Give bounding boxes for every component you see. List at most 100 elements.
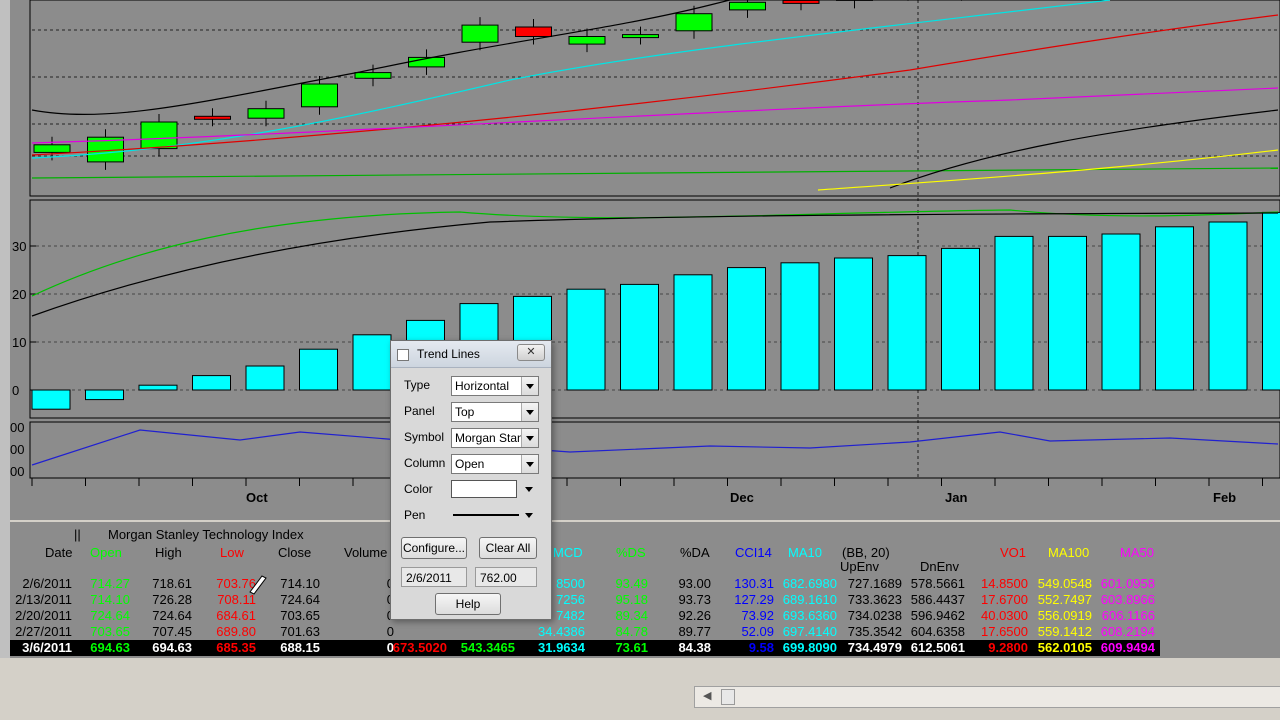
table-cell-ma10: 682.6980: [782, 576, 837, 591]
candle-body: [247, 108, 285, 119]
chevron-down-icon[interactable]: [521, 455, 538, 473]
table-cell-ma100: 556.0919: [1037, 608, 1092, 623]
chevron-down-icon[interactable]: [521, 429, 538, 447]
table-cell-da: 84.38: [678, 640, 711, 655]
table-cell-date: 2/27/2011: [15, 624, 72, 639]
table-cell-bb: 734.4979: [847, 640, 902, 655]
column-value: Open: [455, 457, 485, 471]
table-cell-ds: 84.78: [615, 624, 648, 639]
osc-tick-label: 00: [10, 420, 24, 435]
table-row[interactable]: 2/6/2011714.27718.61703.76714.100850093.…: [10, 576, 1160, 592]
chart-area[interactable]: 30 20 10 0 00 00 00 Oct Dec Jan Feb: [10, 0, 1280, 520]
table-header-row: Date Open High Low Close Volume MCD %DS %DA CCI14…: [10, 543, 1280, 561]
column-header: (BB, 20): [842, 545, 890, 560]
color-swatch[interactable]: [451, 480, 517, 498]
table-row[interactable]: 2/20/2011724.64724.64684.61703.650748289…: [10, 608, 1160, 624]
dnenv-header: DnEnv: [920, 559, 959, 574]
column-header: %DS: [616, 545, 646, 560]
chevron-down-icon[interactable]: [521, 506, 537, 524]
table-cell-dnenv: 612.5061: [910, 640, 965, 655]
table-cell-da: 93.73: [678, 592, 711, 607]
symbol-select[interactable]: Morgan Stanley: [451, 428, 539, 448]
symbol-label: Symbol: [404, 430, 445, 444]
table-row[interactable]: 3/6/2011 694.63 694.63 685.35 688.15 0 31.9634…: [10, 640, 1160, 656]
table-cell-high: 718.61: [152, 576, 192, 591]
table-cell-ds: 93.49: [615, 576, 648, 591]
table-cell-mcd3: 543.3465: [460, 640, 515, 655]
histogram-bar: [834, 257, 873, 391]
table-cell-bb: 735.3542: [847, 624, 902, 639]
table-row[interactable]: 2/13/2011714.10726.28708.11724.640725695…: [10, 592, 1160, 608]
table-cell-close: 688.15: [280, 640, 320, 655]
table-cell-open: 694.63: [90, 640, 130, 655]
chevron-down-icon[interactable]: [521, 403, 538, 421]
histogram-bar: [941, 247, 980, 391]
table-cell-high: 724.64: [152, 608, 192, 623]
column-header: %DA: [680, 545, 710, 560]
histogram-bar: [673, 274, 713, 391]
table-cell-open: 714.27: [90, 576, 130, 591]
dialog-titlebar[interactable]: Trend Lines ✕: [391, 341, 551, 368]
histogram-bar: [31, 389, 71, 410]
column-header: MA10: [788, 545, 822, 560]
panel-select[interactable]: Top: [451, 402, 539, 422]
table-cell-open: 724.64: [90, 608, 130, 623]
histogram-bar: [245, 365, 285, 391]
x-month-label: Oct: [246, 490, 268, 505]
y-tick-label: 30: [12, 239, 26, 254]
chart-svg[interactable]: 3020100000000Oct Dec Jan Feb: [10, 0, 1280, 520]
histogram-bar: [620, 283, 659, 391]
table-cell-dnenv: 578.5661: [910, 576, 965, 591]
table-cell-date: 2/20/2011: [15, 608, 72, 623]
histogram-bar: [1208, 221, 1248, 391]
trend-lines-dialog[interactable]: Trend Lines ✕ Type Horizontal Panel Top …: [390, 340, 552, 620]
table-cell-ds: 73.61: [615, 640, 648, 655]
configure-button[interactable]: Configure...: [401, 537, 467, 559]
table-title-marker: ||: [74, 527, 81, 542]
color-picker[interactable]: [451, 480, 537, 498]
dialog-title: Trend Lines: [417, 347, 480, 361]
table-cell-high: 694.63: [152, 640, 192, 655]
app-window: 30 20 10 0 00 00 00 Oct Dec Jan Feb || Morgan Stan…: [0, 0, 1280, 720]
top-panel-frame: [29, 0, 1280, 197]
column-header: Open: [90, 545, 122, 560]
table-cell-low: 689.80: [216, 624, 256, 639]
table-cell-da: 89.77: [678, 624, 711, 639]
osc-tick-label: 00: [10, 464, 24, 479]
chevron-down-icon[interactable]: [521, 377, 538, 395]
close-icon[interactable]: ✕: [517, 344, 545, 361]
chevron-down-icon[interactable]: [521, 480, 537, 498]
column-header: Close: [278, 545, 312, 560]
table-cell-ma50: 606.1166: [1101, 608, 1155, 623]
table-cell-cci: 130.31: [734, 576, 774, 591]
histogram-bar: [1048, 235, 1087, 391]
column-header: Volume: [344, 545, 388, 560]
x-month-label: Dec: [730, 490, 754, 505]
pen-select[interactable]: [451, 506, 537, 524]
type-select[interactable]: Horizontal: [451, 376, 539, 396]
table-cell-bb: 733.3623: [847, 592, 902, 607]
dnenv-label: DnEnv: [920, 559, 960, 574]
table-cell-vo1: 9.2800: [988, 640, 1028, 655]
table-cell-bb: 727.1689: [847, 576, 902, 591]
table-cell-close: 724.64: [280, 592, 320, 607]
table-cell-date: 2/13/2011: [15, 592, 72, 607]
table-cell-vo1: 17.6500: [981, 624, 1028, 639]
date-field[interactable]: 2/6/2011: [401, 567, 467, 587]
help-button[interactable]: Help: [435, 593, 501, 615]
horizontal-scrollbar[interactable]: ◀: [694, 686, 1280, 708]
histogram-bar: [352, 334, 392, 391]
price-field[interactable]: 762.00: [475, 567, 537, 587]
column-header: MCD: [553, 545, 583, 560]
clear-all-button[interactable]: Clear All: [479, 537, 537, 559]
table-row[interactable]: 2/27/2011 703.65 707.45 689.80 701.63 0 34.438…: [10, 624, 1160, 640]
scroll-thumb[interactable]: [721, 689, 735, 705]
histogram-bar: [994, 235, 1034, 391]
table-cell-mcd2: 673.5020: [392, 640, 447, 655]
table-cell-close: 703.65: [280, 608, 320, 623]
table-cell-dnenv: 586.4437: [910, 592, 965, 607]
column-select[interactable]: Open: [451, 454, 539, 474]
histogram-bar: [566, 288, 606, 391]
scroll-left-icon[interactable]: ◀: [703, 689, 711, 702]
y-tick-label: 20: [12, 287, 26, 302]
